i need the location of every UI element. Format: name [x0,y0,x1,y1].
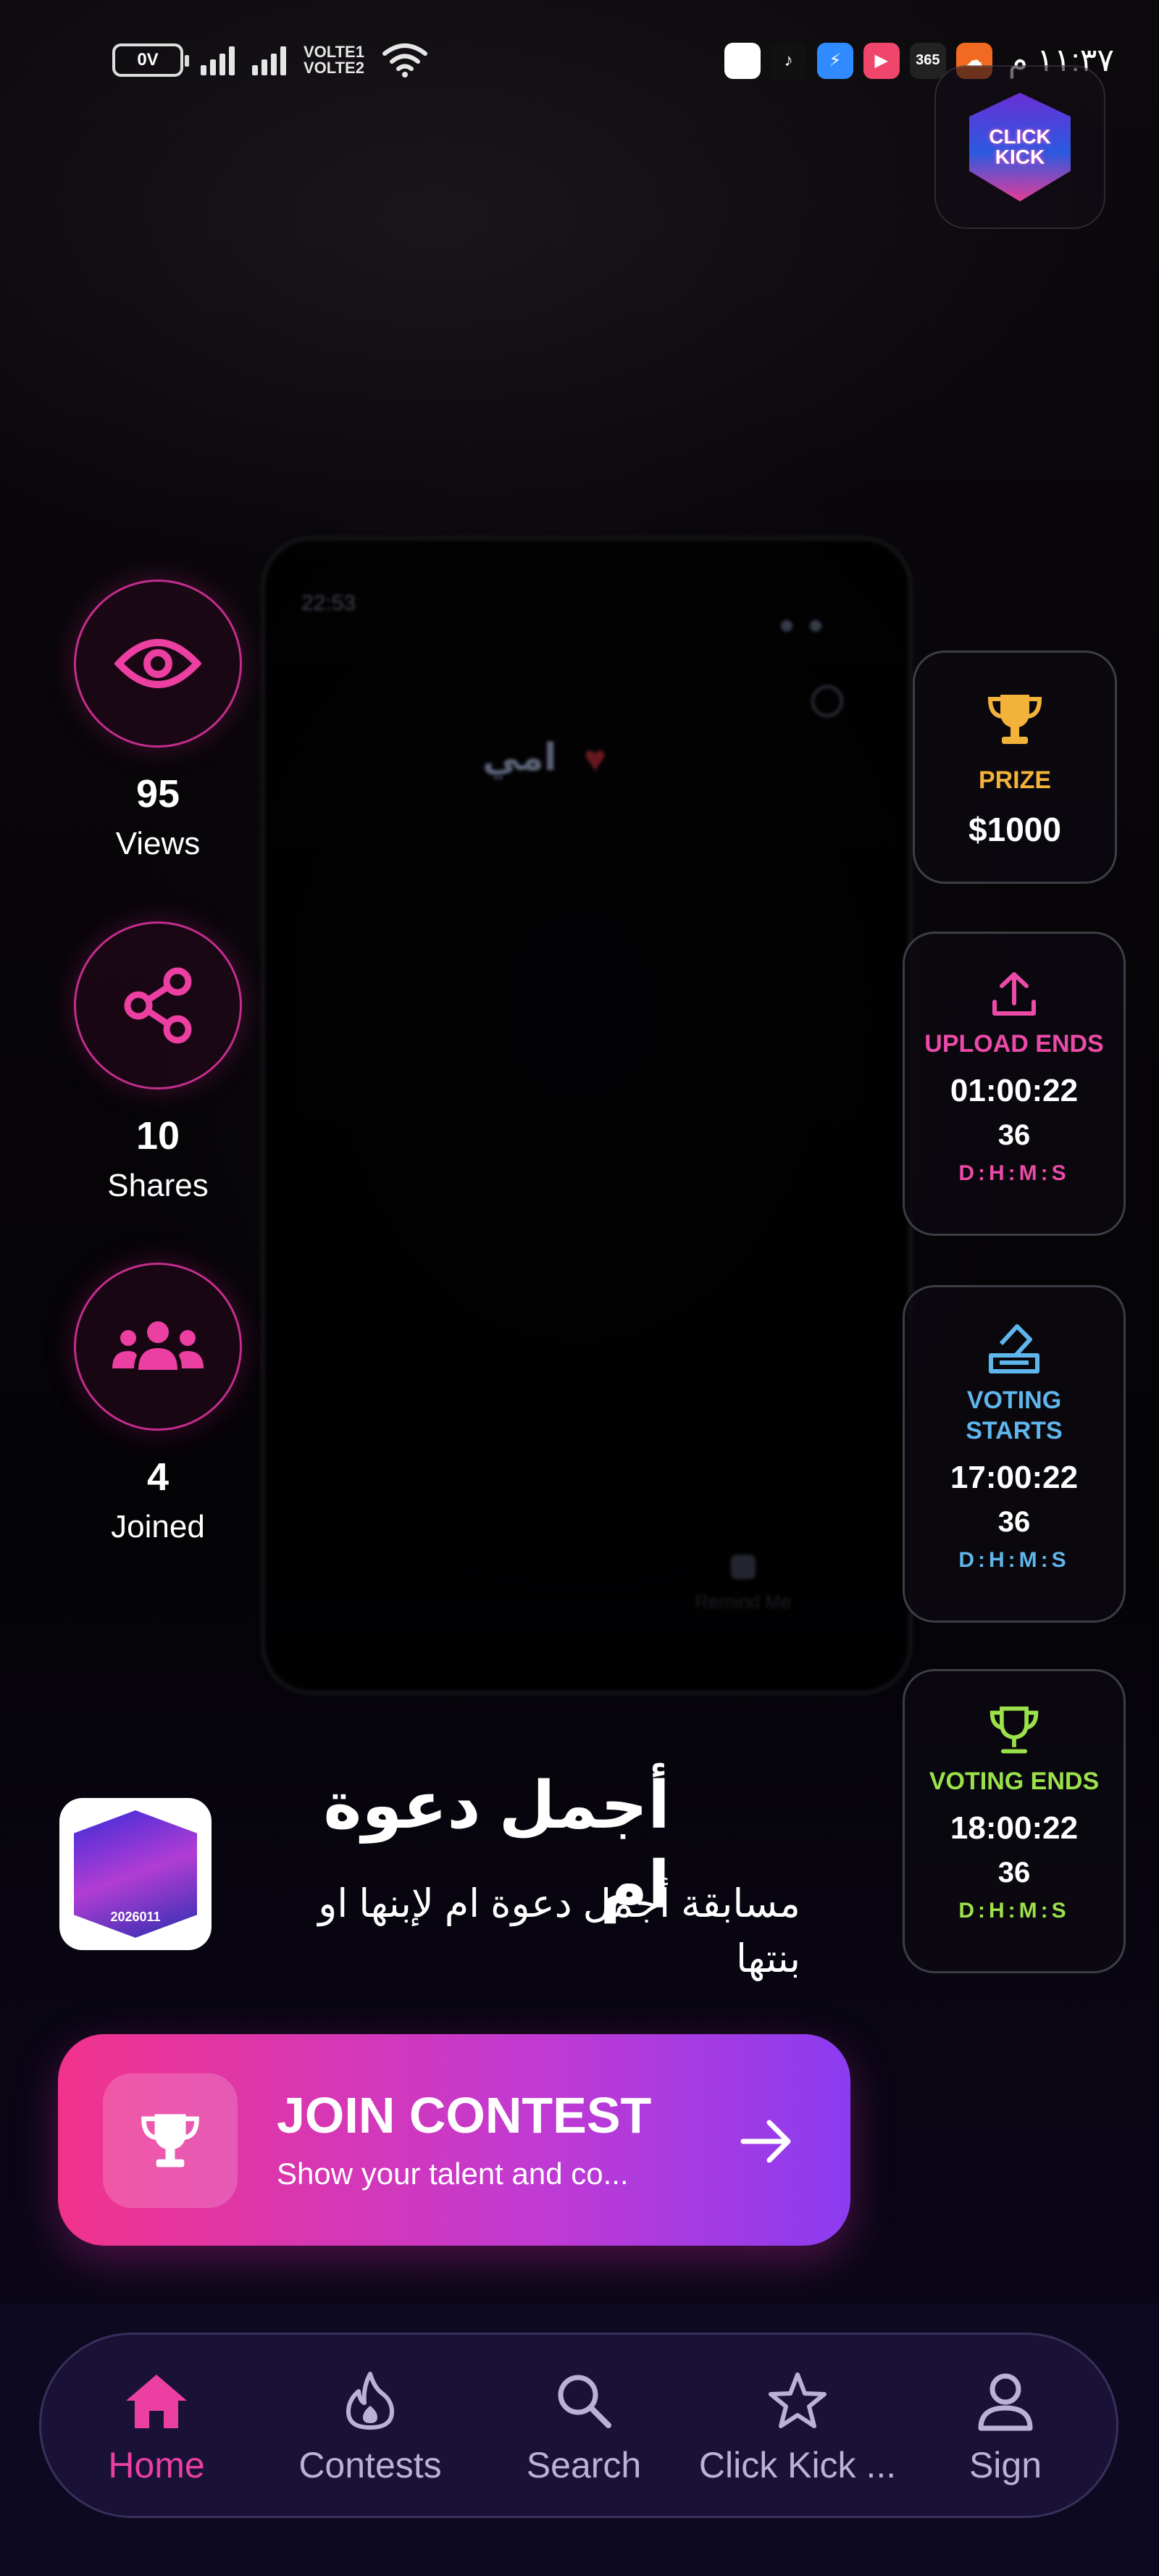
volte-indicator: VOLTE1 VOLTE2 [304,44,364,76]
volte-label-2: VOLTE [304,59,356,77]
arrow-right-icon [740,2120,791,2163]
365-icon: 365 [909,42,946,79]
tiktok-icon: ♪ [770,42,807,79]
voting-starts-label: VOTING STARTS [966,1387,1063,1444]
joined-label: Joined [111,1509,205,1544]
battery-icon: 0V [112,43,189,77]
join-contest-subtitle: Show your talent and co... [277,2157,629,2191]
contest-description: مسابقة أجمل دعوة ام لإبنها او بنتها [318,1882,800,1981]
nav-contests-label: Contests [298,2445,442,2485]
views-label: Views [115,826,201,861]
nav-contests-icon-wrap [265,2368,475,2433]
voting-ends-label: VOTING ENDS [929,1768,1100,1795]
logo-line-1: CLICK [989,125,1051,148]
voting-ends-time: 18:00:22 [950,1810,1079,1846]
signal-bars-icon [201,45,235,75]
upload-ends-days: 36 [997,1119,1031,1151]
nav-click-kick-label: Click Kick ... [698,2445,897,2485]
logo-line-2: KICK [995,146,1045,168]
upload-icon [992,972,1036,1016]
voting-starts-card[interactable]: VOTING STARTS 17:00:22 36 D:H:M:S [903,1285,1126,1623]
home-icon [126,2375,187,2428]
white-app-icon [724,42,761,79]
eye-icon [114,639,201,688]
upload-ends-format: D:H:M:S [958,1161,1070,1185]
upload-ends-time: 01:00:22 [950,1073,1079,1108]
status-bar-left: 0V VOLTE1 VOLTE2 [112,42,428,78]
views-count: 95 [135,772,180,816]
battery-label: 0V [137,50,159,70]
app-screen: 22:53 امي ♥ Remind Me 0V VOLTE1 VOLTE2 ♪… [0,0,1159,2576]
background-info-icon [811,685,843,717]
group-icon [112,1321,204,1370]
volte-line-1: VOLTE1 [304,44,364,60]
share-icon [124,967,192,1044]
nav-contests[interactable]: Contests [265,2335,475,2520]
join-trophy-badge [103,2073,238,2208]
prize-card[interactable]: PRIZE $1000 [913,651,1117,884]
contest-thumbnail[interactable]: 2026011 [59,1798,212,1950]
joined-count: 4 [146,1455,170,1499]
join-contest-title: JOIN CONTEST [277,2087,652,2144]
signal-bars-icon-2 [252,45,286,75]
upload-ends-label: UPLOAD ENDS [924,1030,1104,1058]
upload-ends-card[interactable]: UPLOAD ENDS 01:00:22 36 D:H:M:S [903,932,1126,1236]
nav-sign[interactable]: Sign [900,2335,1110,2520]
wifi-icon [382,43,427,78]
background-camera-dots [763,620,821,635]
shares-label: Shares [107,1168,209,1203]
contest-badge-image: 2026011 [74,1810,197,1938]
app-365-label: 365 [916,52,940,68]
voting-starts-time: 17:00:22 [950,1460,1079,1495]
search-icon [558,2375,611,2428]
nav-home[interactable]: Home [51,2335,261,2520]
thumbnail-label: 2026011 [110,1910,161,1924]
voting-starts-format: D:H:M:S [958,1548,1070,1572]
background-remind-me: Remind Me [693,1555,794,1613]
fire-icon [346,2372,394,2430]
voting-ends-days: 36 [997,1857,1031,1889]
bottom-nav: Home Contests Search Click Kick ... Sign [39,2333,1118,2518]
nav-search-label: Search [526,2445,642,2485]
volte-badge-2: 2 [355,59,364,77]
trophy-icon [987,695,1042,744]
joined-button[interactable] [74,1263,242,1431]
joined-stat[interactable]: 4 Joined [71,1263,245,1545]
voting-ends-card[interactable]: VOTING ENDS 18:00:22 36 D:H:M:S [903,1669,1126,1973]
background-video-time: 22:53 [301,591,356,615]
bottom-nav-area: Home Contests Search Click Kick ... Sign [0,2304,1159,2576]
views-stat[interactable]: 95 Views [71,580,245,862]
nav-search[interactable]: Search [479,2335,689,2520]
trophy-icon [141,2114,199,2167]
shares-stat[interactable]: 10 Shares [71,921,245,1204]
background-caption: Remind Me [695,1591,792,1613]
background-video-frame: 22:53 امي ♥ Remind Me [261,536,913,1695]
prize-amount: $1000 [968,811,1061,848]
ballot-box-icon [989,1324,1039,1373]
nav-sign-label: Sign [968,2445,1042,2485]
podcast-icon: ▶ [863,42,900,79]
click-kick-logo: CLICK KICK [969,93,1071,201]
click-kick-logo-button[interactable]: CLICK KICK [934,65,1105,229]
user-icon [978,2373,1033,2431]
views-button[interactable] [74,580,242,748]
nav-home-icon-wrap [51,2368,261,2433]
nav-search-icon-wrap [479,2368,689,2433]
shares-count: 10 [135,1114,180,1158]
nav-click-kick[interactable]: Click Kick ... [693,2335,903,2520]
nav-home-label: Home [108,2445,205,2485]
share-button[interactable] [74,921,242,1090]
star-icon [769,2372,827,2428]
voting-ends-format: D:H:M:S [958,1899,1070,1923]
background-video-title: امي [482,737,557,779]
trophy-outline-icon [989,1706,1039,1754]
voting-starts-days: 36 [997,1506,1031,1538]
prize-label: PRIZE [978,766,1052,794]
join-contest-button[interactable]: JOIN CONTEST Show your talent and co... [58,2034,850,2246]
messenger-icon: ⚡ [816,42,853,79]
nav-sign-icon-wrap [900,2368,1110,2433]
nav-click-kick-icon-wrap [693,2368,903,2433]
volte-line-2: VOLTE2 [304,60,364,76]
background-heart-icon: ♥ [584,738,606,780]
